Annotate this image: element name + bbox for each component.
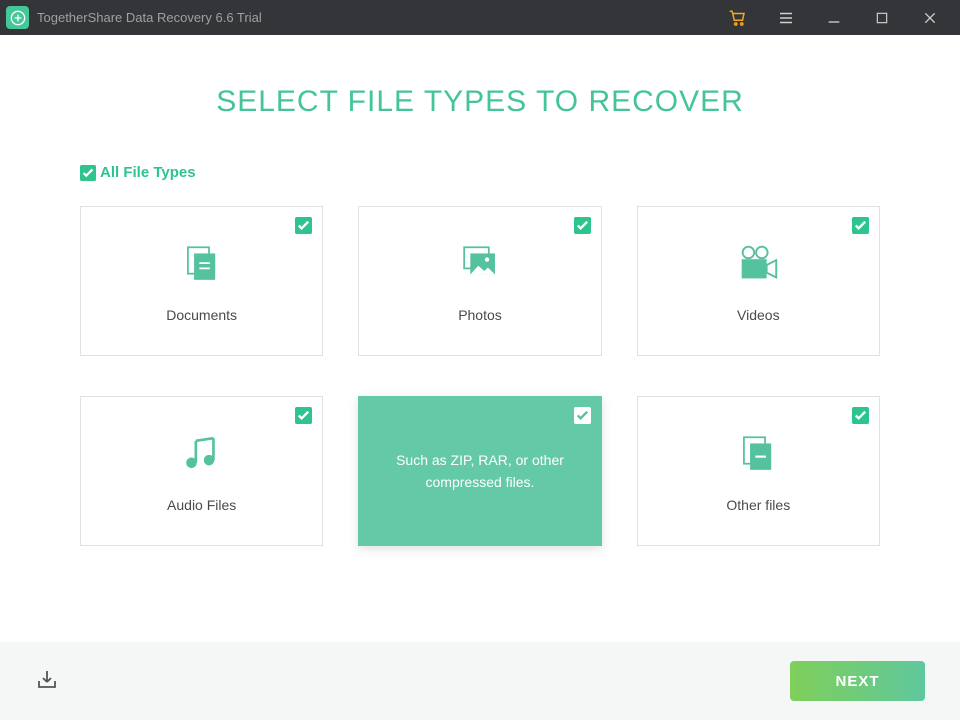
checkbox-checked-icon [852,407,869,424]
checkbox-checked-icon [574,217,591,234]
card-label: Photos [458,307,502,323]
footer: NEXT [0,642,960,720]
main-content: SELECT FILE TYPES TO RECOVER All File Ty… [0,35,960,642]
next-button[interactable]: NEXT [790,661,925,701]
app-title: TogetherShare Data Recovery 6.6 Trial [37,10,262,25]
card-videos[interactable]: Videos [637,206,880,356]
card-label: Videos [737,307,780,323]
checkbox-checked-icon [80,165,96,181]
titlebar: TogetherShare Data Recovery 6.6 Trial [0,0,960,35]
documents-icon [177,239,227,289]
card-label: Audio Files [167,497,236,513]
menu-icon[interactable] [762,0,810,35]
audio-icon [177,429,227,479]
card-other[interactable]: Other files [637,396,880,546]
checkbox-checked-icon [295,407,312,424]
card-description: Such as ZIP, RAR, or other compressed fi… [387,449,572,494]
plus-circle-icon [10,10,26,26]
app-logo [6,6,29,29]
card-label: Documents [166,307,237,323]
close-icon[interactable] [906,0,954,35]
maximize-icon[interactable] [858,0,906,35]
checkbox-checked-icon [295,217,312,234]
cart-icon[interactable] [714,0,762,35]
download-icon[interactable] [35,667,59,696]
file-type-grid: Documents Photos Videos Audio Files [80,206,880,546]
checkbox-checked-icon [852,217,869,234]
checkbox-checked-icon [574,407,591,424]
photos-icon [455,239,505,289]
all-file-types-label: All File Types [100,164,196,181]
card-archives[interactable]: Such as ZIP, RAR, or other compressed fi… [358,396,601,546]
minimize-icon[interactable] [810,0,858,35]
card-label: Other files [726,497,790,513]
card-photos[interactable]: Photos [358,206,601,356]
videos-icon [733,239,783,289]
page-title: SELECT FILE TYPES TO RECOVER [80,85,880,119]
all-file-types-checkbox[interactable]: All File Types [80,164,880,181]
card-audio[interactable]: Audio Files [80,396,323,546]
other-icon [733,429,783,479]
card-documents[interactable]: Documents [80,206,323,356]
